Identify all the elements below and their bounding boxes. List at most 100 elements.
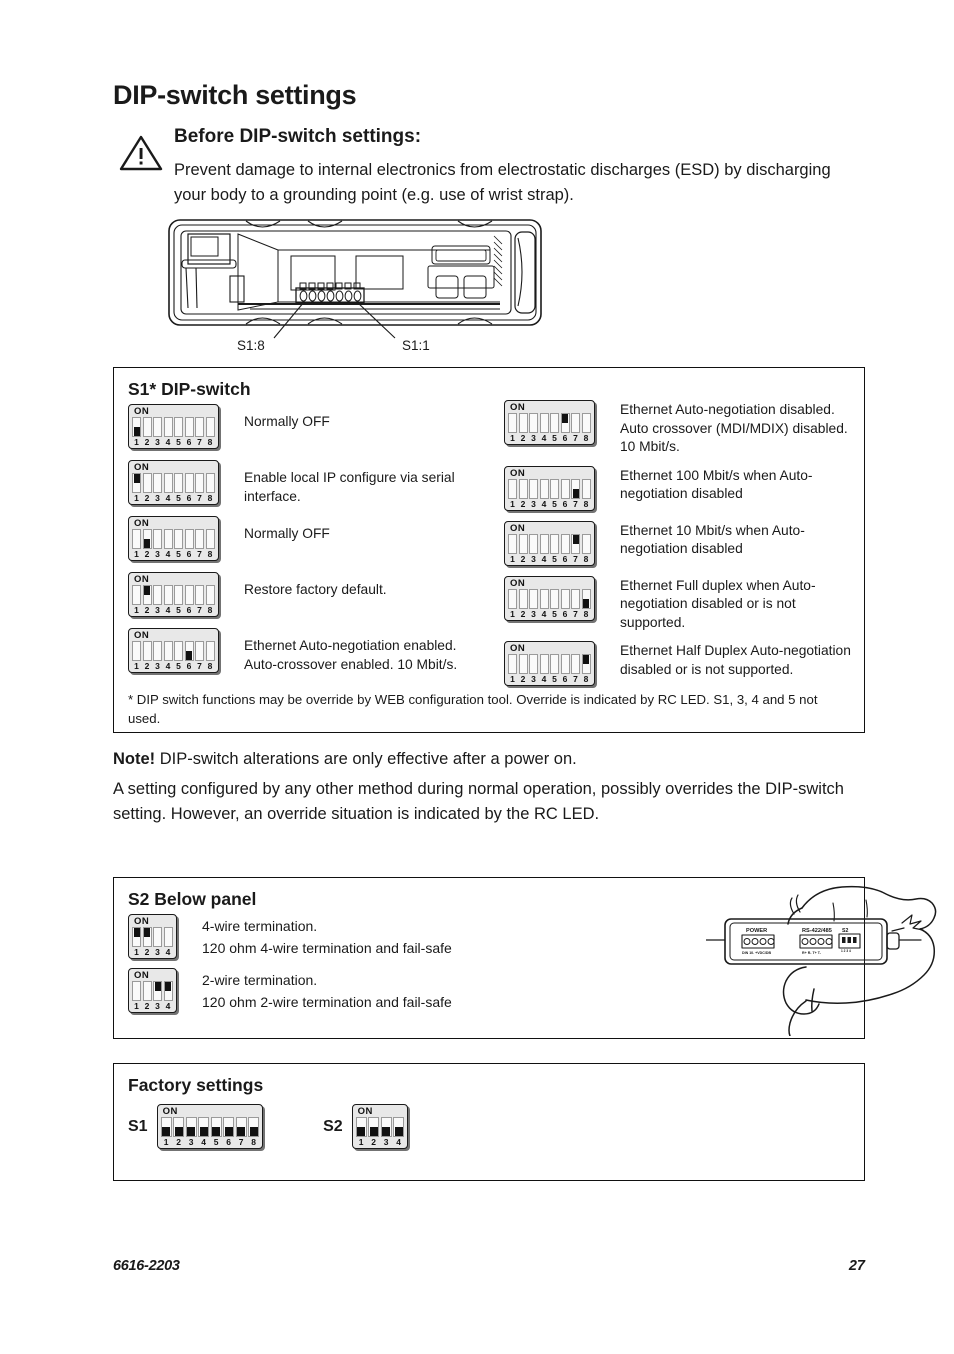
dip-slot-7[interactable] <box>195 529 204 549</box>
dip-slot-8[interactable] <box>205 529 215 549</box>
dip-slot-4[interactable] <box>163 585 173 605</box>
dip-slot-8[interactable] <box>581 478 591 499</box>
dip-slot-1[interactable] <box>132 585 141 605</box>
dip-slot-1[interactable] <box>132 927 141 947</box>
dip-slot-4[interactable] <box>163 981 173 1001</box>
dip-slot-6[interactable] <box>560 478 570 499</box>
dip-slot-1[interactable] <box>508 588 517 609</box>
dip-slot-7[interactable] <box>571 413 580 433</box>
dip-slot-3[interactable] <box>153 585 162 605</box>
dip-slot-3[interactable] <box>153 927 162 947</box>
dip-slot-2[interactable] <box>173 1117 185 1137</box>
dip-slot-8[interactable] <box>581 588 591 609</box>
dip-slot-2[interactable] <box>142 529 152 549</box>
dip-slot-7[interactable] <box>195 585 204 605</box>
dip-slot-5[interactable] <box>550 478 559 499</box>
dip-slot-4[interactable] <box>539 533 549 554</box>
dip-slot-7[interactable] <box>195 473 204 493</box>
dip-slot-2[interactable] <box>142 473 152 493</box>
dip-slot-7[interactable] <box>571 478 580 499</box>
dip-slot-2[interactable] <box>142 585 152 605</box>
dip-slot-6[interactable] <box>223 1117 235 1137</box>
dip-slot-4[interactable] <box>163 473 173 493</box>
dip-slot-8[interactable] <box>581 413 591 433</box>
dip-slot-3[interactable] <box>153 473 162 493</box>
dip-slot-4[interactable] <box>539 478 549 499</box>
dip-slot-4[interactable] <box>198 1117 210 1137</box>
dip-slot-1[interactable] <box>132 981 141 1001</box>
dip-slot-7[interactable] <box>195 641 204 661</box>
dip-slot-3[interactable] <box>185 1117 197 1137</box>
dip-slot-8[interactable] <box>205 585 215 605</box>
dip-slot-1[interactable] <box>132 473 141 493</box>
dip-slot-4[interactable] <box>163 529 173 549</box>
dip-slot-2[interactable] <box>142 417 152 437</box>
dip-slot-4[interactable] <box>163 927 173 947</box>
dip-slot-6[interactable] <box>184 585 194 605</box>
dip-slot-3[interactable] <box>153 981 162 1001</box>
dip-slot-6[interactable] <box>560 533 570 554</box>
dip-slot-8[interactable] <box>581 654 591 674</box>
dip-slot-5[interactable] <box>174 473 183 493</box>
dip-slot-5[interactable] <box>174 585 183 605</box>
dip-slot-3[interactable] <box>529 533 538 554</box>
dip-slot-6[interactable] <box>560 588 570 609</box>
dip-slot-5[interactable] <box>550 533 559 554</box>
dip-slot-2[interactable] <box>518 588 528 609</box>
dip-slot-8[interactable] <box>205 641 215 661</box>
dip-slot-1[interactable] <box>508 654 517 674</box>
dip-slot-3[interactable] <box>153 641 162 661</box>
dip-slot-4[interactable] <box>163 641 173 661</box>
dip-slot-8[interactable] <box>205 417 215 437</box>
dip-slot-6[interactable] <box>560 654 570 674</box>
dip-slot-5[interactable] <box>174 417 183 437</box>
dip-slot-2[interactable] <box>142 981 152 1001</box>
dip-slot-6[interactable] <box>184 529 194 549</box>
dip-slot-4[interactable] <box>539 413 549 433</box>
dip-slot-1[interactable] <box>132 529 141 549</box>
dip-slot-3[interactable] <box>529 478 538 499</box>
dip-slot-5[interactable] <box>210 1117 222 1137</box>
dip-slot-8[interactable] <box>205 473 215 493</box>
dip-slot-1[interactable] <box>508 533 517 554</box>
dip-slot-5[interactable] <box>174 641 183 661</box>
dip-slot-8[interactable] <box>248 1117 260 1137</box>
dip-slot-1[interactable] <box>132 417 141 437</box>
dip-slot-5[interactable] <box>550 413 559 433</box>
dip-slot-3[interactable] <box>153 417 162 437</box>
dip-slot-1[interactable] <box>508 478 517 499</box>
dip-slot-7[interactable] <box>571 533 580 554</box>
dip-slot-2[interactable] <box>518 533 528 554</box>
dip-slot-3[interactable] <box>153 529 162 549</box>
dip-slot-2[interactable] <box>518 413 528 433</box>
dip-slot-1[interactable] <box>132 641 141 661</box>
dip-slot-6[interactable] <box>184 417 194 437</box>
dip-slot-3[interactable] <box>529 588 538 609</box>
dip-slot-2[interactable] <box>518 478 528 499</box>
dip-slot-4[interactable] <box>539 654 549 674</box>
dip-slot-4[interactable] <box>163 417 173 437</box>
dip-slot-3[interactable] <box>529 654 538 674</box>
dip-slot-6[interactable] <box>184 473 194 493</box>
dip-slot-8[interactable] <box>581 533 591 554</box>
dip-slot-1[interactable] <box>355 1117 367 1137</box>
dip-slot-5[interactable] <box>550 588 559 609</box>
dip-slot-6[interactable] <box>560 413 570 433</box>
dip-slot-5[interactable] <box>174 529 183 549</box>
dip-slot-2[interactable] <box>368 1117 380 1137</box>
dip-slot-7[interactable] <box>235 1117 247 1137</box>
dip-slot-7[interactable] <box>571 588 580 609</box>
dip-slot-7[interactable] <box>195 417 204 437</box>
dip-slot-5[interactable] <box>550 654 559 674</box>
dip-slot-3[interactable] <box>529 413 538 433</box>
dip-slot-4[interactable] <box>393 1117 405 1137</box>
dip-slot-2[interactable] <box>142 641 152 661</box>
dip-slot-1[interactable] <box>160 1117 172 1137</box>
dip-slot-7[interactable] <box>571 654 580 674</box>
dip-slot-2[interactable] <box>518 654 528 674</box>
dip-slot-3[interactable] <box>380 1117 392 1137</box>
dip-slot-4[interactable] <box>539 588 549 609</box>
dip-slot-1[interactable] <box>508 413 517 433</box>
dip-slot-2[interactable] <box>142 927 152 947</box>
dip-slot-6[interactable] <box>184 641 194 661</box>
